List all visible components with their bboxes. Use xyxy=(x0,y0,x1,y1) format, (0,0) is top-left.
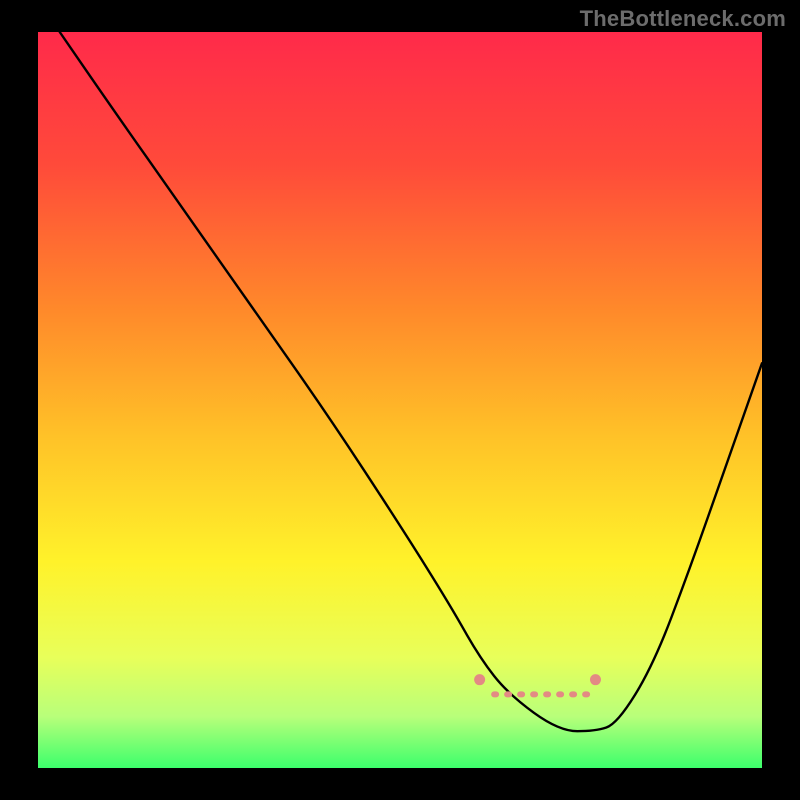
attribution-label: TheBottleneck.com xyxy=(580,6,786,32)
optimal-range-dot-0 xyxy=(474,674,485,685)
optimal-range-dot-1 xyxy=(590,674,601,685)
chart-frame: TheBottleneck.com xyxy=(0,0,800,800)
bottleneck-chart xyxy=(0,0,800,800)
